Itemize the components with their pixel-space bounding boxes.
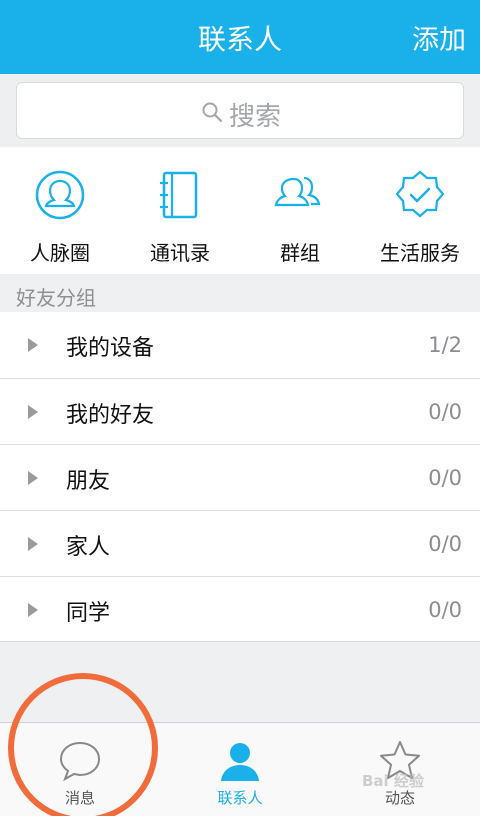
life-service-badge-icon bbox=[395, 170, 445, 218]
quick-address-book[interactable]: 通讯录 bbox=[120, 147, 240, 274]
group-name: 我的设备 bbox=[66, 336, 155, 361]
group-count: 0/0 bbox=[428, 400, 462, 424]
expand-arrow-icon bbox=[28, 471, 38, 485]
group-count: 0/0 bbox=[428, 466, 462, 490]
people-circle-icon bbox=[35, 170, 85, 220]
quick-label: 生活服务 bbox=[380, 241, 460, 265]
add-button[interactable]: 添加 bbox=[412, 18, 466, 57]
friend-group-list: 我的设备 1/2 我的好友 0/0 朋友 0/0 家人 0/0 同学 0/0 bbox=[0, 312, 480, 642]
quick-label: 人脉圈 bbox=[30, 241, 90, 265]
quick-group[interactable]: 群组 bbox=[240, 147, 360, 274]
tab-contacts[interactable]: 联系人 bbox=[160, 723, 320, 816]
expand-arrow-icon bbox=[28, 537, 38, 551]
group-count: 1/2 bbox=[428, 333, 462, 357]
group-row[interactable]: 我的好友 0/0 bbox=[0, 378, 480, 444]
group-icon bbox=[274, 176, 321, 207]
contact-person-icon bbox=[221, 743, 259, 781]
quick-people-circle[interactable]: 人脉圈 bbox=[0, 147, 120, 274]
group-row[interactable]: 我的设备 1/2 bbox=[0, 312, 480, 378]
expand-arrow-icon bbox=[28, 405, 38, 419]
group-name: 家人 bbox=[66, 535, 111, 560]
page-title: 联系人 bbox=[197, 23, 282, 56]
quick-label: 群组 bbox=[280, 241, 320, 265]
search-icon bbox=[202, 102, 223, 123]
header-bar: 联系人 添加 bbox=[0, 0, 480, 74]
address-book-icon bbox=[160, 171, 198, 219]
watermark: Bai 经验 bbox=[362, 772, 424, 790]
group-count: 0/0 bbox=[428, 532, 462, 556]
group-name: 我的好友 bbox=[66, 403, 155, 428]
search-placeholder: 搜索 bbox=[229, 102, 282, 132]
expand-arrow-icon bbox=[28, 338, 38, 352]
section-title: 好友分组 bbox=[16, 286, 96, 310]
group-row[interactable]: 同学 0/0 bbox=[0, 576, 480, 642]
group-row[interactable]: 家人 0/0 bbox=[0, 510, 480, 576]
highlight-circle-annotation bbox=[8, 673, 158, 816]
group-row[interactable]: 朋友 0/0 bbox=[0, 444, 480, 510]
quick-life-service[interactable]: 生活服务 bbox=[360, 147, 480, 274]
group-name: 朋友 bbox=[66, 469, 111, 494]
group-count: 0/0 bbox=[428, 598, 462, 622]
tab-label: 联系人 bbox=[217, 789, 263, 807]
group-name: 同学 bbox=[66, 601, 111, 626]
search-area: 搜索 bbox=[0, 74, 480, 147]
expand-arrow-icon bbox=[28, 603, 38, 617]
quick-label: 通讯录 bbox=[150, 241, 210, 265]
quick-actions: 人脉圈 通讯录 群组 生活服务 bbox=[0, 147, 480, 274]
search-input[interactable]: 搜索 bbox=[16, 82, 464, 139]
